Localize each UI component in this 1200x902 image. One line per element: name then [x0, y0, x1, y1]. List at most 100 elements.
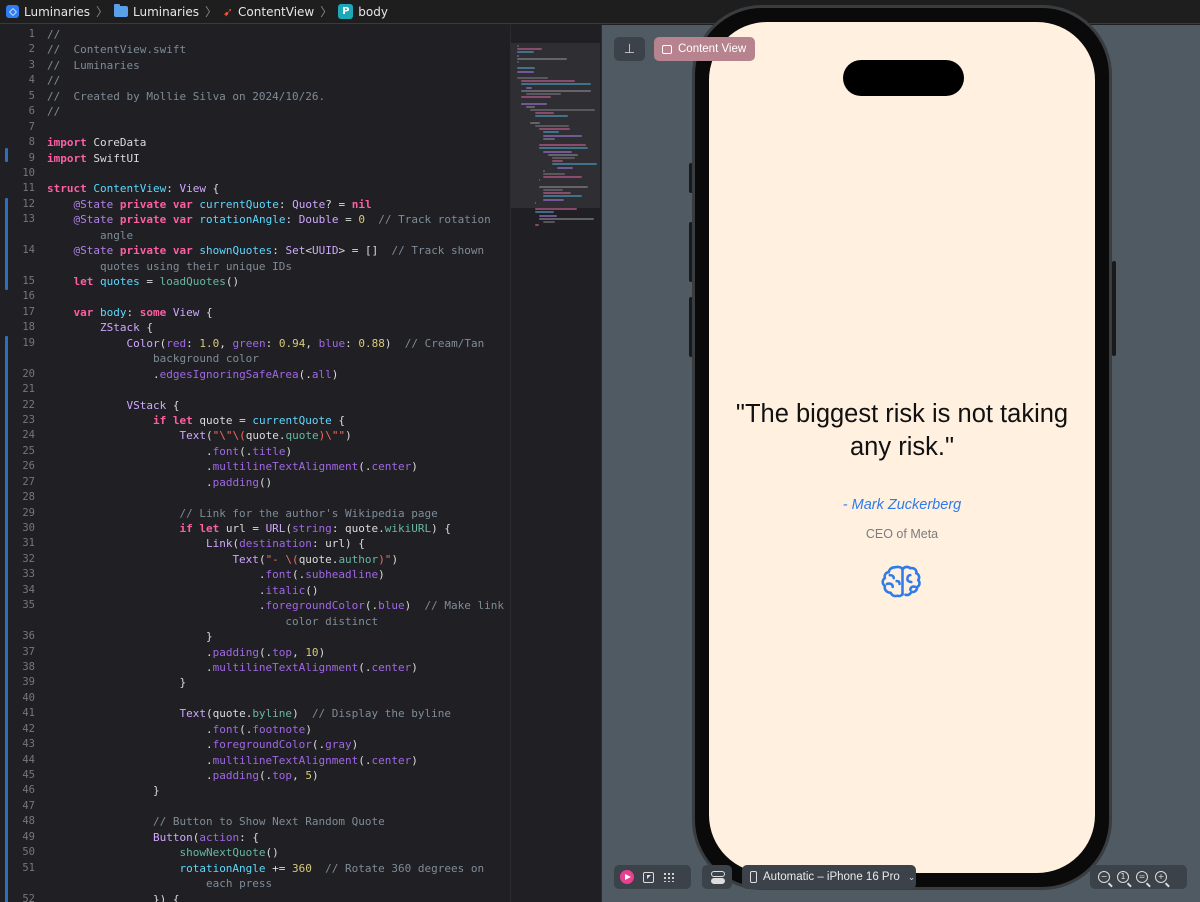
zoom-in-icon[interactable]: +	[1155, 871, 1167, 883]
code-line[interactable]: 11 struct ContentView: View {	[0, 181, 510, 196]
dynamic-island	[843, 60, 964, 96]
code-line[interactable]: 51 rotationAngle += 360 // Rotate 360 de…	[0, 861, 510, 876]
code-line[interactable]: 23 if let quote = currentQuote {	[0, 413, 510, 428]
code-line[interactable]: 9 import SwiftUI	[0, 151, 510, 166]
content-view-button[interactable]: Content View	[654, 37, 756, 61]
code-line[interactable]: 41 Text(quote.byline) // Display the byl…	[0, 706, 510, 721]
minimap-line	[539, 217, 595, 220]
code-line[interactable]: 6 //	[0, 104, 510, 119]
phone-screen[interactable]: "The biggest risk is not taking any risk…	[709, 22, 1095, 873]
breadcrumb-project[interactable]: Luminaries	[6, 5, 90, 19]
code-text: Text("\"\(quote.quote)\"")	[179, 429, 352, 443]
canvas-settings-button[interactable]	[702, 865, 732, 889]
breadcrumb-file[interactable]: ➹ ContentView	[223, 5, 314, 19]
code-line[interactable]: 28	[0, 490, 510, 505]
code-line[interactable]: 25 .font(.title)	[0, 444, 510, 459]
device-selector[interactable]: Automatic – iPhone 16 Pro ⌄	[742, 865, 916, 889]
code-line[interactable]: quotes using their unique IDs	[0, 259, 510, 274]
code-line[interactable]: 10	[0, 166, 510, 181]
code-line[interactable]: 13 @State private var rotationAngle: Dou…	[0, 212, 510, 227]
code-line[interactable]: 31 Link(destination: url) {	[0, 536, 510, 551]
minimap-line	[525, 86, 532, 89]
code-line[interactable]: 24 Text("\"\(quote.quote)\"")	[0, 428, 510, 443]
code-line[interactable]: background color	[0, 351, 510, 366]
code-line[interactable]: 21	[0, 382, 510, 397]
code-line[interactable]: 48 // Button to Show Next Random Quote	[0, 814, 510, 829]
line-number: 51	[22, 861, 35, 874]
code-line[interactable]: 16	[0, 289, 510, 304]
live-preview-button[interactable]	[620, 870, 634, 884]
iphone-frame: "The biggest risk is not taking any risk…	[692, 5, 1112, 890]
code-line[interactable]: 39 }	[0, 675, 510, 690]
code-line[interactable]: 12 @State private var currentQuote: Quot…	[0, 197, 510, 212]
zoom-to-fit-icon[interactable]: =	[1136, 871, 1148, 883]
code-line[interactable]: 40	[0, 691, 510, 706]
pin-button[interactable]: ⊥	[614, 37, 645, 61]
minimap-line	[534, 112, 554, 115]
code-line[interactable]: 44 .multilineTextAlignment(.center)	[0, 753, 510, 768]
code-line[interactable]: 20 .edgesIgnoringSafeArea(.all)	[0, 367, 510, 382]
code-line[interactable]: 22 VStack {	[0, 398, 510, 413]
code-line[interactable]: 42 .font(.footnote)	[0, 722, 510, 737]
line-number: 47	[22, 799, 35, 812]
code-line[interactable]: 50 showNextQuote()	[0, 845, 510, 860]
code-line[interactable]: 5 // Created by Mollie Silva on 2024/10/2…	[0, 89, 510, 104]
code-line[interactable]: 2 // ContentView.swift	[0, 42, 510, 57]
code-line[interactable]: 34 .italic()	[0, 583, 510, 598]
code-line[interactable]: 43 .foregroundColor(.gray)	[0, 737, 510, 752]
code-text: .multilineTextAlignment(.center)	[47, 753, 418, 767]
swift-icon: ➹	[222, 4, 234, 19]
code-text: showNextQuote()	[179, 846, 279, 860]
code-line[interactable]: 29 // Link for the author's Wikipedia pa…	[0, 506, 510, 521]
code-line[interactable]: 15 let quotes = loadQuotes()	[0, 274, 510, 289]
code-editor[interactable]: 1 // 2 // ContentView.swift 3 // Luminaries 4 /…	[0, 25, 510, 902]
code-line[interactable]: 7	[0, 120, 510, 135]
code-line[interactable]: each press	[0, 876, 510, 891]
code-text: ZStack {	[99, 321, 153, 335]
code-line[interactable]: 49 Button(action: {	[0, 830, 510, 845]
variants-button[interactable]	[663, 872, 675, 882]
code-line[interactable]: 33 .font(.subheadline)	[0, 567, 510, 582]
code-line[interactable]: 3 // Luminaries	[0, 58, 510, 73]
zoom-actual-size-icon[interactable]: 1	[1117, 871, 1129, 883]
code-line[interactable]: 32 Text("- \(quote.author)")	[0, 552, 510, 567]
code-line[interactable]: 18 ZStack {	[0, 320, 510, 335]
minimap-line	[521, 102, 547, 105]
breadcrumb-file-label: ContentView	[238, 4, 315, 19]
code-line[interactable]: 26 .multilineTextAlignment(.center)	[0, 459, 510, 474]
code-line[interactable]: 1 //	[0, 27, 510, 42]
minimap-line	[543, 134, 582, 137]
zoom-out-icon[interactable]: −	[1098, 871, 1110, 883]
breadcrumb-symbol[interactable]: P body	[338, 4, 388, 19]
brain-icon[interactable]	[881, 563, 924, 599]
line-number: 18	[22, 321, 35, 334]
code-line[interactable]: 52 }) {	[0, 892, 510, 902]
code-line[interactable]: 27 .padding()	[0, 475, 510, 490]
code-lines[interactable]: 1 // 2 // ContentView.swift 3 // Luminaries 4 /…	[0, 27, 510, 902]
chevron-right-icon: 〉	[320, 5, 333, 19]
code-line[interactable]: 47	[0, 799, 510, 814]
code-text: rotationAngle += 360 // Rotate 360 degre…	[179, 861, 485, 875]
code-line[interactable]: 35 .foregroundColor(.blue) // Make link	[0, 598, 510, 613]
minimap-line	[543, 192, 571, 195]
minimap[interactable]	[510, 25, 600, 902]
code-line[interactable]: 14 @State private var shownQuotes: Set<U…	[0, 243, 510, 258]
code-line[interactable]: 8 import CoreData	[0, 135, 510, 150]
author-link[interactable]: - Mark Zuckerberg	[709, 497, 1095, 513]
code-line[interactable]: 17 var body: some View {	[0, 305, 510, 320]
code-line[interactable]: 30 if let url = URL(string: quote.wikiUR…	[0, 521, 510, 536]
code-line[interactable]: 4 //	[0, 73, 510, 88]
line-number: 34	[22, 583, 35, 596]
code-line[interactable]: 46 }	[0, 783, 510, 798]
selectable-mode-button[interactable]	[643, 871, 654, 883]
line-number: 17	[22, 305, 35, 318]
code-line[interactable]: color distinct	[0, 614, 510, 629]
code-line[interactable]: 37 .padding(.top, 10)	[0, 645, 510, 660]
code-line[interactable]: 19 Color(red: 1.0, green: 0.94, blue: 0.…	[0, 336, 510, 351]
code-line[interactable]: 36 }	[0, 629, 510, 644]
code-line[interactable]: 38 .multilineTextAlignment(.center)	[0, 660, 510, 675]
code-line[interactable]: angle	[0, 228, 510, 243]
line-number: 21	[22, 383, 35, 396]
code-line[interactable]: 45 .padding(.top, 5)	[0, 768, 510, 783]
breadcrumb-folder[interactable]: Luminaries	[113, 4, 199, 19]
